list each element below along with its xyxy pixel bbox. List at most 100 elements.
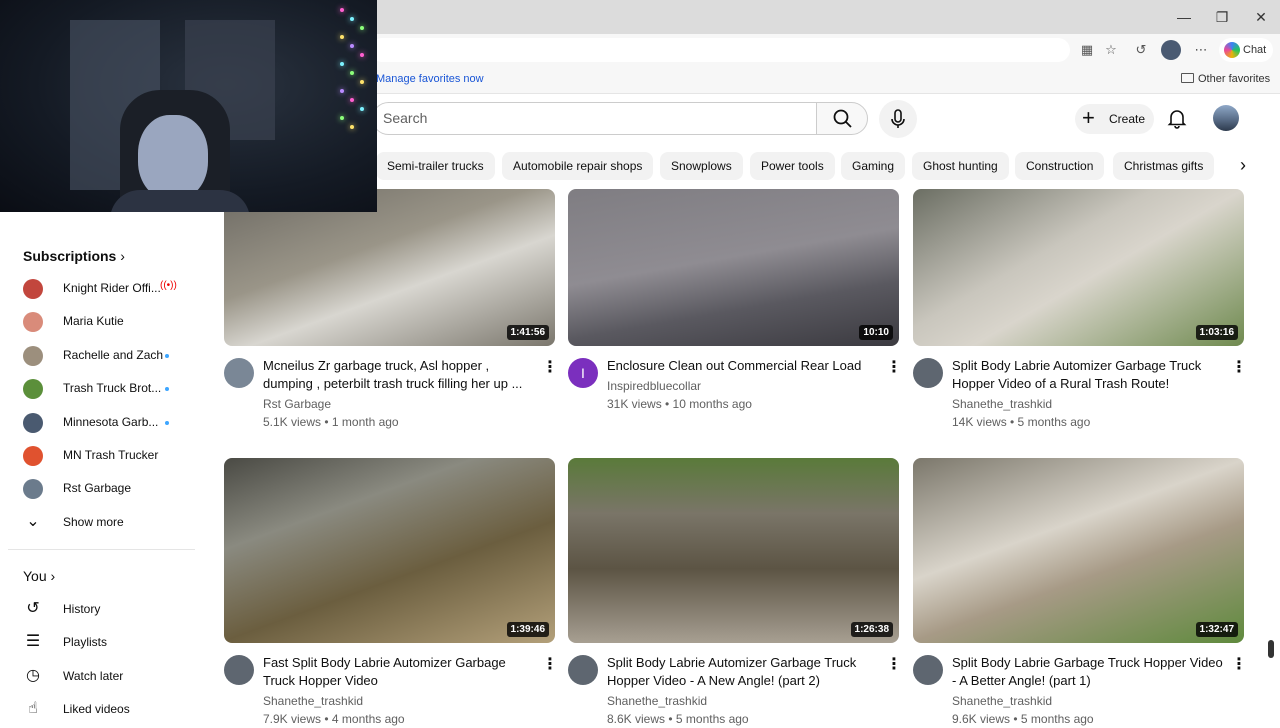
subscription-item[interactable]: Knight Rider Offi... ((•))	[23, 276, 198, 302]
channel-avatar[interactable]	[913, 655, 943, 685]
playlists-icon: ☰	[25, 633, 41, 651]
scrollbar-thumb[interactable]	[1268, 640, 1274, 658]
minimize-icon[interactable]: —	[1164, 6, 1204, 28]
notifications-bell-icon[interactable]	[1166, 107, 1188, 129]
video-thumbnail[interactable]: 1:41:56	[224, 189, 555, 346]
voice-search-button[interactable]	[879, 100, 917, 138]
channel-name[interactable]: Shanethe_trashkid	[263, 692, 363, 710]
channel-name[interactable]: Shanethe_trashkid	[607, 692, 707, 710]
channel-name[interactable]: Inspiredbluecollar	[607, 377, 701, 395]
subscription-item[interactable]: Trash Truck Brot...	[23, 376, 198, 402]
chip[interactable]: Power tools	[750, 152, 835, 180]
video-thumbnail[interactable]: 1:03:16	[913, 189, 1244, 346]
chip[interactable]: Christmas gifts	[1113, 152, 1215, 180]
channel-avatar	[23, 479, 43, 500]
channel-avatar[interactable]	[224, 655, 254, 685]
channel-name[interactable]: Rst Garbage	[263, 395, 331, 413]
sidebar-item-playlists[interactable]: ☰ Playlists	[23, 630, 198, 656]
address-field[interactable]	[370, 38, 1070, 62]
webcam-overlay	[0, 0, 377, 212]
favorite-star-icon[interactable]: ☆	[1101, 40, 1121, 60]
chevron-right-icon: ›	[120, 248, 125, 264]
chevron-right-icon[interactable]: ›	[1230, 152, 1256, 180]
more-actions-icon[interactable]: ⋮	[542, 357, 558, 377]
you-heading[interactable]: You ›	[23, 568, 55, 584]
plus-icon: +	[1082, 105, 1095, 130]
search-placeholder: Search	[383, 110, 428, 126]
chip[interactable]: Semi-trailer trucks	[376, 152, 495, 180]
channel-avatar[interactable]: I	[568, 358, 598, 388]
subscription-label: Rachelle and Zach	[63, 347, 164, 362]
more-actions-icon[interactable]: ⋮	[542, 654, 558, 674]
video-duration: 10:10	[859, 325, 893, 340]
subscription-label: Maria Kutie	[63, 314, 124, 329]
subscription-item[interactable]: Rachelle and Zach	[23, 343, 198, 369]
channel-name[interactable]: Shanethe_trashkid	[952, 692, 1052, 710]
video-thumbnail[interactable]: 1:26:38	[568, 458, 899, 643]
video-title[interactable]: Enclosure Clean out Commercial Rear Load	[607, 357, 879, 375]
light-bulb	[350, 71, 354, 75]
video-thumbnail[interactable]: 10:10	[568, 189, 899, 346]
show-more-button[interactable]: ⌄ Show more	[23, 510, 198, 536]
video-stats: 5.1K views • 1 month ago	[263, 415, 399, 429]
video-stats: 9.6K views • 5 months ago	[952, 712, 1094, 726]
sidebar-item-history[interactable]: ↺ History	[23, 597, 198, 623]
channel-avatar[interactable]	[913, 358, 943, 388]
chip[interactable]: Gaming	[841, 152, 906, 180]
channel-avatar[interactable]	[224, 358, 254, 388]
more-actions-icon[interactable]: ⋮	[1231, 654, 1247, 674]
channel-avatar[interactable]	[568, 655, 598, 685]
close-icon[interactable]: ✕	[1241, 6, 1280, 28]
subscription-item[interactable]: Rst Garbage	[23, 476, 198, 502]
apps-icon[interactable]: ▦	[1077, 40, 1097, 60]
channel-avatar	[23, 345, 43, 366]
light-bulb	[340, 116, 344, 120]
video-title[interactable]: Mcneilus Zr garbage truck, Asl hopper , …	[263, 357, 535, 393]
avatar-letter: I	[581, 365, 585, 381]
search-button[interactable]	[816, 102, 868, 135]
manage-favorites-link[interactable]: Manage favorites now	[376, 73, 484, 85]
subscription-item[interactable]: MN Trash Trucker	[23, 443, 198, 469]
video-title[interactable]: Split Body Labrie Automizer Garbage Truc…	[952, 357, 1224, 393]
light-bulb	[360, 53, 364, 57]
sidebar-item-watch-later[interactable]: ◷ Watch later	[23, 664, 198, 690]
video-thumbnail[interactable]: 1:39:46	[224, 458, 555, 643]
search-input[interactable]	[372, 102, 816, 135]
copilot-icon	[1224, 42, 1240, 58]
subscriptions-heading[interactable]: Subscriptions ›	[23, 248, 125, 264]
video-duration: 1:26:38	[850, 622, 893, 637]
chevron-down-icon: ⌄	[26, 513, 40, 530]
sidebar-item-liked-videos[interactable]: ☝ Liked videos	[23, 697, 198, 723]
chip[interactable]: Snowplows	[660, 152, 743, 180]
browser-profile-icon[interactable]	[1161, 40, 1181, 60]
subscription-label: MN Trash Trucker	[63, 448, 159, 462]
subscription-item[interactable]: Minnesota Garb...	[23, 410, 198, 436]
more-options-icon[interactable]: ⋯	[1191, 40, 1211, 60]
video-thumbnail[interactable]: 1:32:47	[913, 458, 1244, 643]
sidebar-item-label: Watch later	[63, 668, 124, 683]
video-stats: 14K views • 5 months ago	[952, 415, 1091, 429]
chip[interactable]: Ghost hunting	[912, 152, 1009, 180]
subscription-item[interactable]: Maria Kutie	[23, 309, 198, 335]
video-duration: 1:03:16	[1195, 325, 1238, 340]
video-title[interactable]: Fast Split Body Labrie Automizer Garbage…	[263, 654, 535, 690]
more-actions-icon[interactable]: ⋮	[886, 654, 902, 674]
channel-avatar	[23, 312, 43, 333]
live-icon: ((•))	[160, 280, 177, 291]
channel-name[interactable]: Shanethe_trashkid	[952, 395, 1052, 413]
account-avatar[interactable]	[1213, 105, 1239, 131]
other-favorites[interactable]: Other favorites	[1198, 73, 1270, 85]
channel-avatar	[23, 279, 43, 299]
chip[interactable]: Automobile repair shops	[502, 152, 654, 180]
video-title[interactable]: Split Body Labrie Automizer Garbage Truc…	[607, 654, 879, 690]
more-actions-icon[interactable]: ⋮	[1231, 357, 1247, 377]
liked-videos-icon: ☝	[28, 700, 38, 718]
light-bulb	[360, 26, 364, 30]
chip[interactable]: Construction	[1015, 152, 1105, 180]
more-actions-icon[interactable]: ⋮	[886, 357, 902, 377]
chevron-right-icon: ›	[50, 568, 56, 584]
video-title[interactable]: Split Body Labrie Garbage Truck Hopper V…	[952, 654, 1224, 690]
history-toolbar-icon[interactable]: ↺	[1131, 40, 1151, 60]
restore-icon[interactable]: ❐	[1202, 6, 1242, 28]
light-bulb	[350, 98, 354, 102]
